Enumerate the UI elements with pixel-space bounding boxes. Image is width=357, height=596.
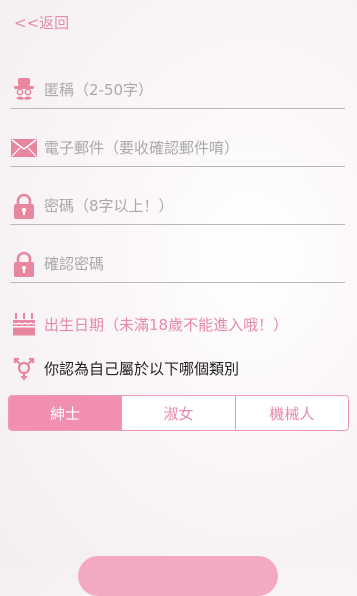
gender-segmented-control: 紳士 淑女 機械人: [8, 395, 349, 431]
password-field-row: [10, 188, 345, 225]
gender-question: 你認為自己屬於以下哪個類別: [44, 359, 240, 378]
envelope-icon: [10, 134, 38, 162]
gentleman-icon: [10, 76, 38, 104]
submit-button[interactable]: [78, 556, 278, 596]
email-input[interactable]: [44, 139, 345, 157]
nickname-field-row: [10, 72, 345, 109]
lock-icon: [10, 192, 38, 220]
back-link[interactable]: <<返回: [14, 12, 69, 33]
confirm-password-field-row: [10, 246, 345, 283]
gender-option-lady[interactable]: 淑女: [121, 396, 234, 430]
nickname-input[interactable]: [44, 81, 345, 99]
birthday-label: 出生日期（未滿18歲不能進入哦！）: [44, 315, 289, 334]
gender-question-row: 你認為自己屬於以下哪個類別: [10, 352, 345, 384]
confirm-password-input[interactable]: [44, 255, 345, 273]
password-input[interactable]: [44, 197, 345, 215]
gender-symbol-icon: [10, 354, 38, 382]
email-field-row: [10, 130, 345, 167]
birthday-cake-icon: [10, 310, 38, 338]
gender-option-gentleman[interactable]: 紳士: [9, 396, 122, 430]
birthday-picker[interactable]: 出生日期（未滿18歲不能進入哦！）: [10, 308, 345, 340]
lock-icon: [10, 250, 38, 278]
gender-option-robot[interactable]: 機械人: [234, 396, 348, 430]
